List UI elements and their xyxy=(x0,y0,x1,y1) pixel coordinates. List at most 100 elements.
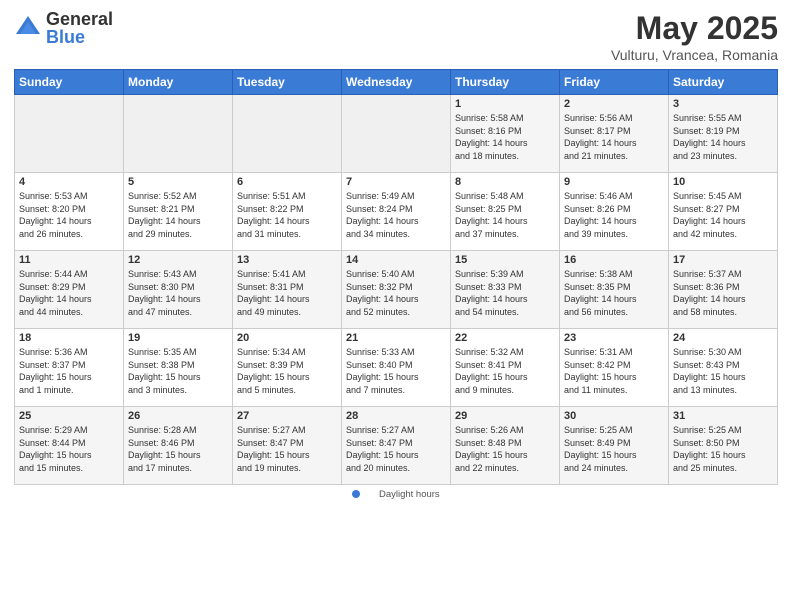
day-info: Sunrise: 5:48 AM Sunset: 8:25 PM Dayligh… xyxy=(455,190,555,240)
day-number: 11 xyxy=(19,254,119,266)
day-number: 10 xyxy=(673,176,773,188)
day-info: Sunrise: 5:40 AM Sunset: 8:32 PM Dayligh… xyxy=(346,268,446,318)
daylight-label: Daylight hours xyxy=(379,489,440,500)
day-number: 9 xyxy=(564,176,664,188)
day-info: Sunrise: 5:28 AM Sunset: 8:46 PM Dayligh… xyxy=(128,424,228,474)
day-number: 22 xyxy=(455,332,555,344)
calendar-cell: 14 Sunrise: 5:40 AM Sunset: 8:32 PM Dayli… xyxy=(342,251,451,329)
calendar-cell xyxy=(15,95,124,173)
day-info: Sunrise: 5:44 AM Sunset: 8:29 PM Dayligh… xyxy=(19,268,119,318)
calendar-cell: 28 Sunrise: 5:27 AM Sunset: 8:47 PM Dayli… xyxy=(342,407,451,485)
day-number: 26 xyxy=(128,410,228,422)
day-number: 28 xyxy=(346,410,446,422)
day-info: Sunrise: 5:30 AM Sunset: 8:43 PM Dayligh… xyxy=(673,346,773,396)
weekday-header: Tuesday xyxy=(233,70,342,95)
day-info: Sunrise: 5:37 AM Sunset: 8:36 PM Dayligh… xyxy=(673,268,773,318)
calendar-cell: 26 Sunrise: 5:28 AM Sunset: 8:46 PM Dayli… xyxy=(124,407,233,485)
day-info: Sunrise: 5:31 AM Sunset: 8:42 PM Dayligh… xyxy=(564,346,664,396)
day-number: 13 xyxy=(237,254,337,266)
header-row: SundayMondayTuesdayWednesdayThursdayFrid… xyxy=(15,70,778,95)
calendar-cell: 2 Sunrise: 5:56 AM Sunset: 8:17 PM Daylig… xyxy=(560,95,669,173)
day-info: Sunrise: 5:51 AM Sunset: 8:22 PM Dayligh… xyxy=(237,190,337,240)
logo: General Blue xyxy=(14,10,113,46)
logo-icon xyxy=(14,14,42,42)
legend-dot xyxy=(352,490,360,498)
day-number: 19 xyxy=(128,332,228,344)
calendar-cell: 10 Sunrise: 5:45 AM Sunset: 8:27 PM Dayli… xyxy=(669,173,778,251)
calendar-cell: 24 Sunrise: 5:30 AM Sunset: 8:43 PM Dayli… xyxy=(669,329,778,407)
day-number: 24 xyxy=(673,332,773,344)
title-block: May 2025 Vulturu, Vrancea, Romania xyxy=(611,10,778,63)
day-number: 16 xyxy=(564,254,664,266)
day-info: Sunrise: 5:45 AM Sunset: 8:27 PM Dayligh… xyxy=(673,190,773,240)
calendar-cell xyxy=(233,95,342,173)
calendar-cell: 18Sunrise: 5:36 AM Sunset: 8:37 PM Dayli… xyxy=(15,329,124,407)
day-info: Sunrise: 5:27 AM Sunset: 8:47 PM Dayligh… xyxy=(237,424,337,474)
day-info: Sunrise: 5:52 AM Sunset: 8:21 PM Dayligh… xyxy=(128,190,228,240)
day-number: 18 xyxy=(19,332,119,344)
day-info: Sunrise: 5:53 AM Sunset: 8:20 PM Dayligh… xyxy=(19,190,119,240)
day-number: 23 xyxy=(564,332,664,344)
legend: Daylight hours xyxy=(14,489,778,500)
calendar-cell: 17 Sunrise: 5:37 AM Sunset: 8:36 PM Dayli… xyxy=(669,251,778,329)
day-number: 31 xyxy=(673,410,773,422)
day-info: Sunrise: 5:35 AM Sunset: 8:38 PM Dayligh… xyxy=(128,346,228,396)
weekday-header: Thursday xyxy=(451,70,560,95)
weekday-header: Sunday xyxy=(15,70,124,95)
day-info: Sunrise: 5:56 AM Sunset: 8:17 PM Dayligh… xyxy=(564,112,664,162)
calendar-cell: 7Sunrise: 5:49 AM Sunset: 8:24 PM Daylig… xyxy=(342,173,451,251)
calendar-cell xyxy=(124,95,233,173)
calendar-cell: 3Sunrise: 5:55 AM Sunset: 8:19 PM Daylig… xyxy=(669,95,778,173)
calendar-cell: 22 Sunrise: 5:32 AM Sunset: 8:41 PM Dayli… xyxy=(451,329,560,407)
day-number: 30 xyxy=(564,410,664,422)
logo-general-text: General xyxy=(46,10,113,28)
day-info: Sunrise: 5:25 AM Sunset: 8:49 PM Dayligh… xyxy=(564,424,664,474)
calendar-week-row: 1Sunrise: 5:58 AM Sunset: 8:16 PM Daylig… xyxy=(15,95,778,173)
month-title: May 2025 xyxy=(611,10,778,47)
day-info: Sunrise: 5:32 AM Sunset: 8:41 PM Dayligh… xyxy=(455,346,555,396)
day-number: 2 xyxy=(564,98,664,110)
location: Vulturu, Vrancea, Romania xyxy=(611,47,778,63)
calendar-cell: 15Sunrise: 5:39 AM Sunset: 8:33 PM Dayli… xyxy=(451,251,560,329)
calendar-cell: 16Sunrise: 5:38 AM Sunset: 8:35 PM Dayli… xyxy=(560,251,669,329)
day-number: 17 xyxy=(673,254,773,266)
header: General Blue May 2025 Vulturu, Vrancea, … xyxy=(14,10,778,63)
day-number: 27 xyxy=(237,410,337,422)
day-number: 29 xyxy=(455,410,555,422)
calendar-cell: 12Sunrise: 5:43 AM Sunset: 8:30 PM Dayli… xyxy=(124,251,233,329)
calendar-week-row: 11 Sunrise: 5:44 AM Sunset: 8:29 PM Dayli… xyxy=(15,251,778,329)
weekday-header: Saturday xyxy=(669,70,778,95)
calendar-cell: 11 Sunrise: 5:44 AM Sunset: 8:29 PM Dayli… xyxy=(15,251,124,329)
calendar-week-row: 4 Sunrise: 5:53 AM Sunset: 8:20 PM Daylig… xyxy=(15,173,778,251)
legend-item: Daylight hours xyxy=(344,489,447,500)
day-number: 8 xyxy=(455,176,555,188)
calendar-cell: 31Sunrise: 5:25 AM Sunset: 8:50 PM Dayli… xyxy=(669,407,778,485)
day-number: 21 xyxy=(346,332,446,344)
calendar-week-row: 25Sunrise: 5:29 AM Sunset: 8:44 PM Dayli… xyxy=(15,407,778,485)
calendar-cell: 23 Sunrise: 5:31 AM Sunset: 8:42 PM Dayli… xyxy=(560,329,669,407)
day-info: Sunrise: 5:46 AM Sunset: 8:26 PM Dayligh… xyxy=(564,190,664,240)
weekday-header: Monday xyxy=(124,70,233,95)
day-info: Sunrise: 5:26 AM Sunset: 8:48 PM Dayligh… xyxy=(455,424,555,474)
day-number: 4 xyxy=(19,176,119,188)
calendar-cell: 9 Sunrise: 5:46 AM Sunset: 8:26 PM Daylig… xyxy=(560,173,669,251)
day-info: Sunrise: 5:29 AM Sunset: 8:44 PM Dayligh… xyxy=(19,424,119,474)
day-number: 6 xyxy=(237,176,337,188)
day-info: Sunrise: 5:41 AM Sunset: 8:31 PM Dayligh… xyxy=(237,268,337,318)
calendar-cell: 20Sunrise: 5:34 AM Sunset: 8:39 PM Dayli… xyxy=(233,329,342,407)
calendar-cell: 19 Sunrise: 5:35 AM Sunset: 8:38 PM Dayli… xyxy=(124,329,233,407)
day-number: 12 xyxy=(128,254,228,266)
calendar-header: SundayMondayTuesdayWednesdayThursdayFrid… xyxy=(15,70,778,95)
day-number: 14 xyxy=(346,254,446,266)
calendar-cell: 25Sunrise: 5:29 AM Sunset: 8:44 PM Dayli… xyxy=(15,407,124,485)
day-info: Sunrise: 5:27 AM Sunset: 8:47 PM Dayligh… xyxy=(346,424,446,474)
page-container: General Blue May 2025 Vulturu, Vrancea, … xyxy=(0,0,792,612)
day-number: 7 xyxy=(346,176,446,188)
day-number: 20 xyxy=(237,332,337,344)
calendar-cell: 1Sunrise: 5:58 AM Sunset: 8:16 PM Daylig… xyxy=(451,95,560,173)
day-number: 15 xyxy=(455,254,555,266)
calendar-cell: 5 Sunrise: 5:52 AM Sunset: 8:21 PM Daylig… xyxy=(124,173,233,251)
calendar-table: SundayMondayTuesdayWednesdayThursdayFrid… xyxy=(14,69,778,485)
day-number: 5 xyxy=(128,176,228,188)
logo-blue-text: Blue xyxy=(46,28,113,46)
